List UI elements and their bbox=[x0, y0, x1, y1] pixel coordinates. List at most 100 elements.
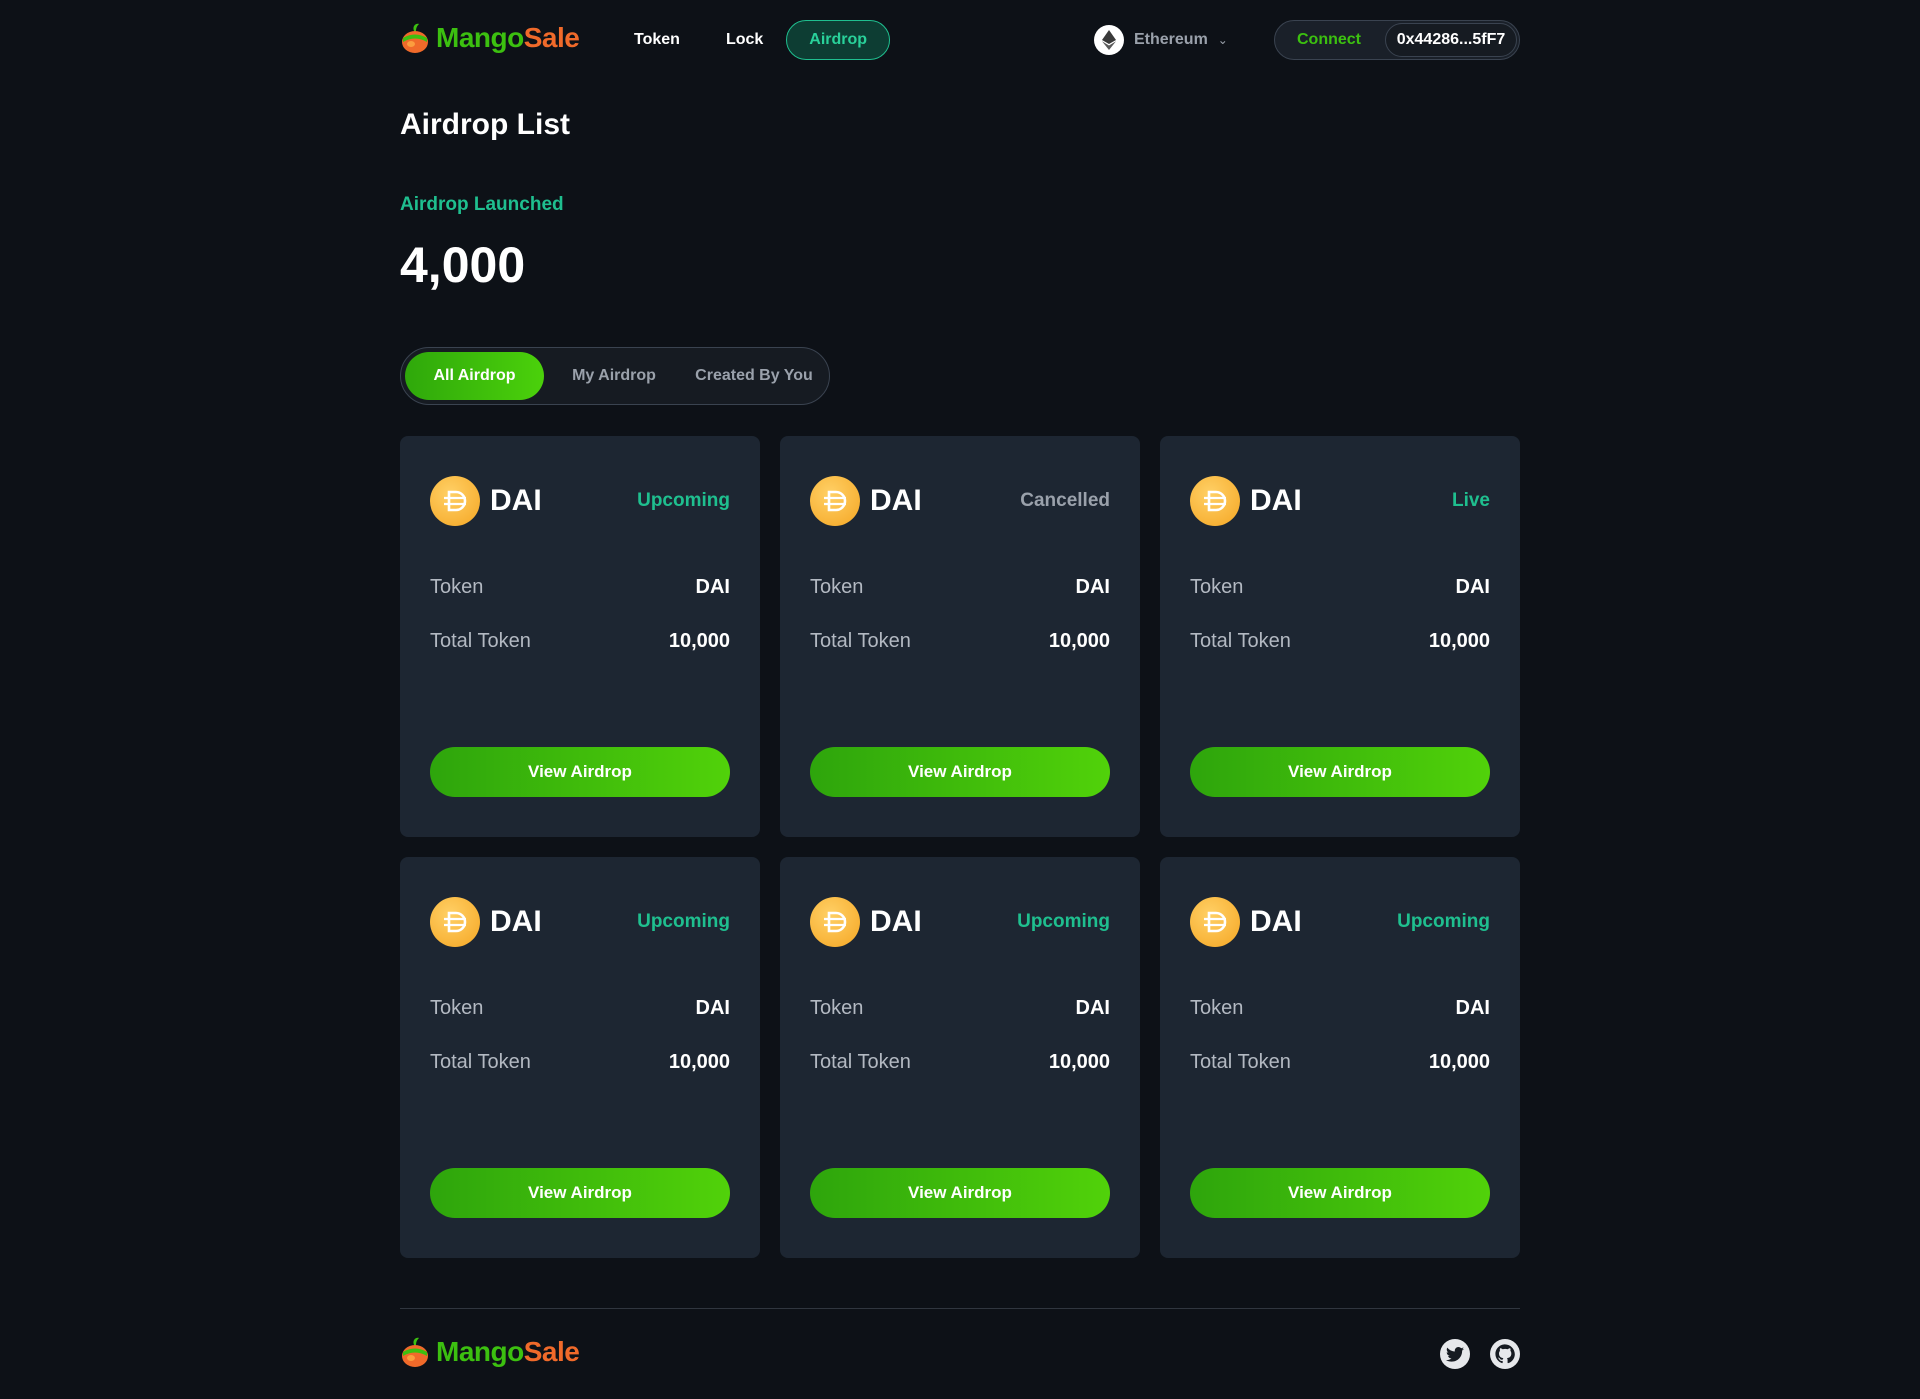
view-airdrop-button[interactable]: View Airdrop bbox=[430, 1168, 730, 1218]
token-label: Token bbox=[810, 997, 864, 1019]
connect-button[interactable]: Connect bbox=[1275, 21, 1383, 59]
card-header: DAI Live bbox=[1190, 476, 1490, 526]
dai-token-icon bbox=[1190, 897, 1240, 947]
tab-my-airdrop[interactable]: My Airdrop bbox=[544, 352, 684, 400]
total-token-value: 10,000 bbox=[668, 630, 730, 652]
nav-item-token[interactable]: Token bbox=[611, 20, 703, 60]
top-header: MangoSale Token Lock Airdrop Ethereum ⌄ … bbox=[400, 20, 1520, 60]
total-token-row: Total Token 10,000 bbox=[810, 630, 1110, 653]
status-badge: Upcoming bbox=[1397, 911, 1490, 932]
airdrop-card: DAI Upcoming Token DAI Total Token 10,000 … bbox=[780, 857, 1140, 1258]
wallet-address[interactable]: 0x44286...5fF7 bbox=[1385, 23, 1517, 57]
total-token-label: Total Token bbox=[1190, 630, 1291, 652]
card-symbol: DAI bbox=[870, 905, 922, 938]
view-airdrop-button[interactable]: View Airdrop bbox=[810, 747, 1110, 797]
card-header: DAI Upcoming bbox=[810, 897, 1110, 947]
tab-all-airdrop[interactable]: All Airdrop bbox=[405, 352, 544, 400]
github-icon[interactable] bbox=[1490, 1339, 1520, 1369]
card-symbol: DAI bbox=[1250, 905, 1302, 938]
tab-created-by-you[interactable]: Created By You bbox=[684, 352, 824, 400]
status-badge: Upcoming bbox=[637, 490, 730, 511]
total-token-row: Total Token 10,000 bbox=[430, 630, 730, 653]
mango-logo-icon bbox=[400, 1336, 430, 1368]
view-airdrop-button[interactable]: View Airdrop bbox=[1190, 1168, 1490, 1218]
mango-logo-icon bbox=[400, 22, 430, 54]
dai-token-icon bbox=[810, 476, 860, 526]
total-token-value: 10,000 bbox=[668, 1051, 730, 1073]
filter-tabs: All Airdrop My Airdrop Created By You bbox=[400, 347, 830, 405]
status-badge: Cancelled bbox=[1020, 490, 1110, 511]
airdrop-launched-label: Airdrop Launched bbox=[400, 194, 564, 215]
total-token-row: Total Token 10,000 bbox=[430, 1051, 730, 1074]
airdrop-card: DAI Cancelled Token DAI Total Token 10,000… bbox=[780, 436, 1140, 837]
total-token-value: 10,000 bbox=[1048, 1051, 1110, 1073]
airdrop-card: DAI Upcoming Token DAI Total Token 10,000 … bbox=[400, 857, 760, 1258]
token-value: DAI bbox=[1075, 997, 1110, 1019]
wallet-pill: Connect 0x44286...5fF7 bbox=[1274, 20, 1520, 60]
total-token-label: Total Token bbox=[810, 1051, 911, 1073]
airdrop-card: DAI Upcoming Token DAI Total Token 10,000 … bbox=[1160, 857, 1520, 1258]
total-token-label: Total Token bbox=[810, 630, 911, 652]
total-token-row: Total Token 10,000 bbox=[810, 1051, 1110, 1074]
main-nav: Token Lock Airdrop bbox=[611, 20, 891, 60]
token-value: DAI bbox=[695, 576, 730, 598]
total-token-value: 10,000 bbox=[1048, 630, 1110, 652]
nav-item-airdrop[interactable]: Airdrop bbox=[786, 20, 891, 60]
card-symbol: DAI bbox=[490, 905, 542, 938]
status-badge: Upcoming bbox=[1017, 911, 1110, 932]
token-row: Token DAI bbox=[430, 997, 730, 1020]
airdrop-card: DAI Live Token DAI Total Token 10,000 View… bbox=[1160, 436, 1520, 837]
card-header: DAI Upcoming bbox=[1190, 897, 1490, 947]
total-token-label: Total Token bbox=[430, 1051, 531, 1073]
dai-token-icon bbox=[430, 897, 480, 947]
token-row: Token DAI bbox=[810, 576, 1110, 599]
token-value: DAI bbox=[1455, 576, 1490, 598]
footer-brand-name: MangoSale bbox=[436, 1336, 580, 1367]
token-label: Token bbox=[810, 576, 864, 598]
nav-item-lock[interactable]: Lock bbox=[703, 20, 786, 60]
token-row: Token DAI bbox=[1190, 576, 1490, 599]
status-badge: Upcoming bbox=[637, 911, 730, 932]
view-airdrop-button[interactable]: View Airdrop bbox=[1190, 747, 1490, 797]
brand-name: MangoSale bbox=[436, 22, 580, 53]
view-airdrop-button[interactable]: View Airdrop bbox=[810, 1168, 1110, 1218]
token-value: DAI bbox=[1455, 997, 1490, 1019]
airdrop-launched-count: 4,000 bbox=[400, 237, 526, 293]
footer-brand-logo[interactable]: MangoSale bbox=[400, 1336, 580, 1368]
card-symbol: DAI bbox=[490, 484, 542, 517]
ethereum-icon bbox=[1094, 25, 1124, 55]
view-airdrop-button[interactable]: View Airdrop bbox=[430, 747, 730, 797]
token-label: Token bbox=[430, 997, 484, 1019]
total-token-row: Total Token 10,000 bbox=[1190, 630, 1490, 653]
token-value: DAI bbox=[1075, 576, 1110, 598]
dai-token-icon bbox=[1190, 476, 1240, 526]
card-header: DAI Upcoming bbox=[430, 897, 730, 947]
network-selector[interactable]: Ethereum ⌄ bbox=[1094, 25, 1228, 55]
total-token-value: 10,000 bbox=[1428, 1051, 1490, 1073]
total-token-row: Total Token 10,000 bbox=[1190, 1051, 1490, 1074]
total-token-value: 10,000 bbox=[1428, 630, 1490, 652]
card-header: DAI Cancelled bbox=[810, 476, 1110, 526]
token-row: Token DAI bbox=[430, 576, 730, 599]
dai-token-icon bbox=[430, 476, 480, 526]
card-header: DAI Upcoming bbox=[430, 476, 730, 526]
airdrop-card: DAI Upcoming Token DAI Total Token 10,000 … bbox=[400, 436, 760, 837]
token-row: Token DAI bbox=[1190, 997, 1490, 1020]
token-label: Token bbox=[430, 576, 484, 598]
card-symbol: DAI bbox=[870, 484, 922, 517]
chevron-down-icon: ⌄ bbox=[1217, 33, 1228, 47]
brand-logo[interactable]: MangoSale bbox=[400, 22, 580, 54]
token-label: Token bbox=[1190, 576, 1244, 598]
token-row: Token DAI bbox=[810, 997, 1110, 1020]
twitter-icon[interactable] bbox=[1440, 1339, 1470, 1369]
token-label: Token bbox=[1190, 997, 1244, 1019]
total-token-label: Total Token bbox=[430, 630, 531, 652]
footer-divider bbox=[400, 1308, 1520, 1309]
status-badge: Live bbox=[1451, 490, 1490, 511]
page-title: Airdrop List bbox=[400, 108, 570, 141]
token-value: DAI bbox=[695, 997, 730, 1019]
total-token-label: Total Token bbox=[1190, 1051, 1291, 1073]
dai-token-icon bbox=[810, 897, 860, 947]
network-label: Ethereum bbox=[1134, 31, 1208, 48]
card-symbol: DAI bbox=[1250, 484, 1302, 517]
